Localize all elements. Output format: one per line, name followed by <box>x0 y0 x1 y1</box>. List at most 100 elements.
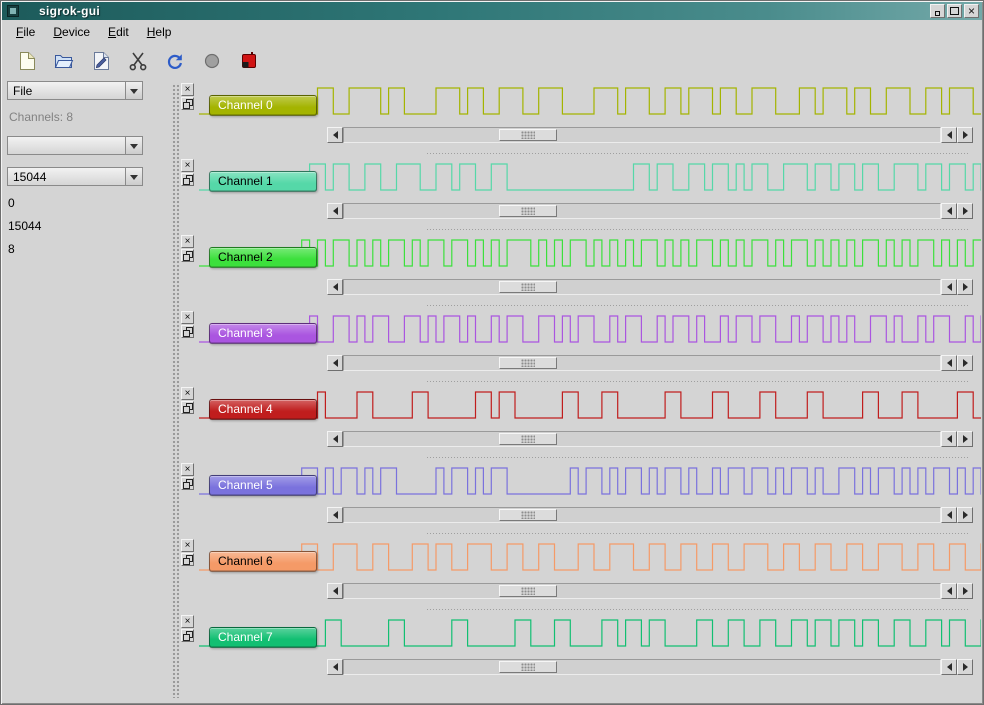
channel-float-button[interactable] <box>181 249 194 262</box>
scroll-step-right-button[interactable] <box>957 279 973 295</box>
device-chip-icon <box>239 51 259 71</box>
channel-float-button[interactable] <box>181 325 194 338</box>
panel-handle-dots[interactable] <box>171 83 179 698</box>
channel-float-button[interactable] <box>181 629 194 642</box>
scrollbar-thumb[interactable] <box>499 661 557 673</box>
thumb-grip-icon <box>521 207 535 215</box>
scroll-step-right-button[interactable] <box>957 203 973 219</box>
save-file-icon <box>92 51 110 71</box>
menu-item-file[interactable]: File <box>7 22 44 42</box>
channel-close-button[interactable]: × <box>181 311 194 324</box>
scroll-step-left-button[interactable] <box>941 507 957 523</box>
scroll-step-left-button[interactable] <box>941 203 957 219</box>
close-button[interactable] <box>964 4 979 18</box>
minimize-button[interactable] <box>930 4 945 18</box>
scrollbar-thumb[interactable] <box>499 585 557 597</box>
scrollbar-track[interactable] <box>343 127 941 143</box>
channel-float-button[interactable] <box>181 173 194 186</box>
scrollbar-track[interactable] <box>343 659 941 675</box>
scrollbar-thumb[interactable] <box>499 281 557 293</box>
waveform-scrollbar <box>327 507 973 523</box>
scrollbar-thumb[interactable] <box>499 433 557 445</box>
scrollbar-track[interactable] <box>343 583 941 599</box>
scroll-step-right-button[interactable] <box>957 431 973 447</box>
scrollbar-thumb[interactable] <box>499 509 557 521</box>
channel-label[interactable]: Channel 5 <box>209 475 317 496</box>
channel-close-button[interactable]: × <box>181 235 194 248</box>
arrow-left-icon <box>947 207 952 215</box>
secondary-combo[interactable] <box>7 136 143 155</box>
scroll-step-left-button[interactable] <box>941 431 957 447</box>
scrollbar-thumb[interactable] <box>499 129 557 141</box>
titlebar[interactable]: sigrok-gui <box>2 2 982 20</box>
chevron-down-icon[interactable] <box>125 168 142 185</box>
arrow-left-icon <box>333 207 338 215</box>
scroll-step-right-button[interactable] <box>957 127 973 143</box>
scrollbar-thumb[interactable] <box>499 205 557 217</box>
arrow-right-icon <box>963 435 968 443</box>
scrollbar-track[interactable] <box>343 279 941 295</box>
channel-close-button[interactable]: × <box>181 539 194 552</box>
open-file-button[interactable] <box>50 48 78 75</box>
device-combo[interactable]: File <box>7 81 143 100</box>
channel-float-button[interactable] <box>181 553 194 566</box>
float-window-icon <box>183 631 192 640</box>
new-file-button[interactable] <box>13 48 41 75</box>
channel-label[interactable]: Channel 0 <box>209 95 317 116</box>
channel-float-button[interactable] <box>181 401 194 414</box>
scroll-step-left-button[interactable] <box>941 279 957 295</box>
scrollbar-thumb[interactable] <box>499 357 557 369</box>
refresh-button[interactable] <box>161 48 189 75</box>
scroll-left-button[interactable] <box>327 127 343 143</box>
chevron-down-icon[interactable] <box>125 137 142 154</box>
channel-label[interactable]: Channel 2 <box>209 247 317 268</box>
scroll-left-button[interactable] <box>327 431 343 447</box>
scroll-step-left-button[interactable] <box>941 127 957 143</box>
cut-button[interactable] <box>124 48 152 75</box>
scroll-left-button[interactable] <box>327 659 343 675</box>
record-button[interactable] <box>198 48 226 75</box>
dock-separator <box>427 457 969 458</box>
channel-label[interactable]: Channel 7 <box>209 627 317 648</box>
scroll-step-right-button[interactable] <box>957 583 973 599</box>
menu-item-device[interactable]: Device <box>44 22 99 42</box>
scrollbar-track[interactable] <box>343 507 941 523</box>
channel-label[interactable]: Channel 3 <box>209 323 317 344</box>
channel-label[interactable]: Channel 4 <box>209 399 317 420</box>
scroll-left-button[interactable] <box>327 583 343 599</box>
channel-close-button[interactable]: × <box>181 83 194 96</box>
maximize-button[interactable] <box>947 4 962 18</box>
scroll-left-button[interactable] <box>327 279 343 295</box>
device-button[interactable] <box>235 48 263 75</box>
scrollbar-track[interactable] <box>343 431 941 447</box>
channel-label[interactable]: Channel 1 <box>209 171 317 192</box>
save-file-button[interactable] <box>87 48 115 75</box>
scroll-step-right-button[interactable] <box>957 659 973 675</box>
channel-close-button[interactable]: × <box>181 463 194 476</box>
scroll-step-left-button[interactable] <box>941 583 957 599</box>
scroll-step-right-button[interactable] <box>957 507 973 523</box>
scroll-left-button[interactable] <box>327 203 343 219</box>
menu-item-edit[interactable]: Edit <box>99 22 138 42</box>
open-file-icon <box>54 52 74 70</box>
scroll-left-button[interactable] <box>327 507 343 523</box>
channel-count-value: 8 <box>8 242 169 256</box>
channel-row-2: × Channel 2 <box>181 233 981 307</box>
scroll-left-button[interactable] <box>327 355 343 371</box>
channel-close-button[interactable]: × <box>181 387 194 400</box>
chevron-down-icon[interactable] <box>125 82 142 99</box>
scrollbar-track[interactable] <box>343 203 941 219</box>
scroll-step-left-button[interactable] <box>941 659 957 675</box>
scroll-step-left-button[interactable] <box>941 355 957 371</box>
channel-float-button[interactable] <box>181 97 194 110</box>
channel-float-button[interactable] <box>181 477 194 490</box>
scroll-step-right-button[interactable] <box>957 355 973 371</box>
waveform-scrollbar <box>327 355 973 371</box>
channel-close-button[interactable]: × <box>181 159 194 172</box>
channel-close-button[interactable]: × <box>181 615 194 628</box>
float-window-icon <box>183 251 192 260</box>
scrollbar-track[interactable] <box>343 355 941 371</box>
samples-combo[interactable]: 15044 <box>7 167 143 186</box>
channel-label[interactable]: Channel 6 <box>209 551 317 572</box>
menu-item-help[interactable]: Help <box>138 22 181 42</box>
